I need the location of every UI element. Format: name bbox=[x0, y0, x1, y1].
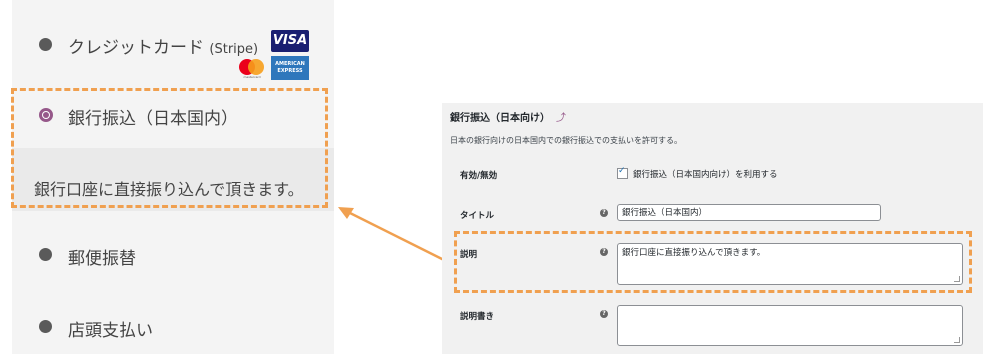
enable-checkbox[interactable] bbox=[617, 166, 628, 179]
admin-bank-transfer-settings: 銀行振込（日本向け） ⤴ 日本の銀行向けの日本国内での銀行振込での支払いを許可する… bbox=[442, 103, 983, 354]
enable-label: 有効/無効 bbox=[460, 171, 498, 181]
instructions-textarea[interactable] bbox=[617, 305, 963, 346]
settings-subtitle: 日本の銀行向けの日本国内での銀行振込での支払いを許可する。 bbox=[450, 136, 682, 145]
visa-logo: VISA bbox=[271, 30, 309, 52]
payment-method-postal-transfer[interactable]: 郵便振替 bbox=[12, 211, 334, 299]
radio-postal-transfer[interactable] bbox=[39, 248, 52, 261]
radio-store-payment[interactable] bbox=[39, 320, 52, 333]
postal-transfer-label: 郵便振替 bbox=[68, 249, 136, 269]
instructions-label: 説明書き bbox=[460, 312, 495, 322]
store-payment-label: 店頭支払い bbox=[68, 321, 153, 341]
help-icon[interactable]: ? bbox=[600, 209, 608, 217]
title-label: タイトル bbox=[460, 211, 495, 221]
settings-heading: 銀行振込（日本向け） ⤴ bbox=[450, 113, 566, 124]
highlight-box-description bbox=[454, 231, 972, 293]
title-input[interactable]: 銀行振込（日本国内） bbox=[617, 204, 881, 221]
highlight-box-checkout bbox=[11, 88, 328, 208]
resize-handle-icon[interactable] bbox=[954, 337, 960, 343]
radio-credit-card[interactable] bbox=[39, 38, 52, 51]
return-link-icon[interactable]: ⤴ bbox=[556, 113, 566, 124]
amex-logo: AMERICAN EXPRESS bbox=[271, 56, 309, 80]
mastercard-logo: mastercard bbox=[239, 58, 265, 80]
help-icon[interactable]: ? bbox=[600, 310, 608, 318]
payment-method-credit-card[interactable]: クレジットカード (Stripe) VISA mastercard AMERIC… bbox=[12, 0, 334, 88]
enable-checkbox-label[interactable]: 銀行振込（日本国内向け）を利用する bbox=[633, 168, 778, 180]
credit-card-label: クレジットカード (Stripe) bbox=[68, 38, 259, 58]
payment-method-store-payment[interactable]: 店頭支払い bbox=[12, 299, 334, 354]
arrow-icon bbox=[338, 207, 453, 266]
